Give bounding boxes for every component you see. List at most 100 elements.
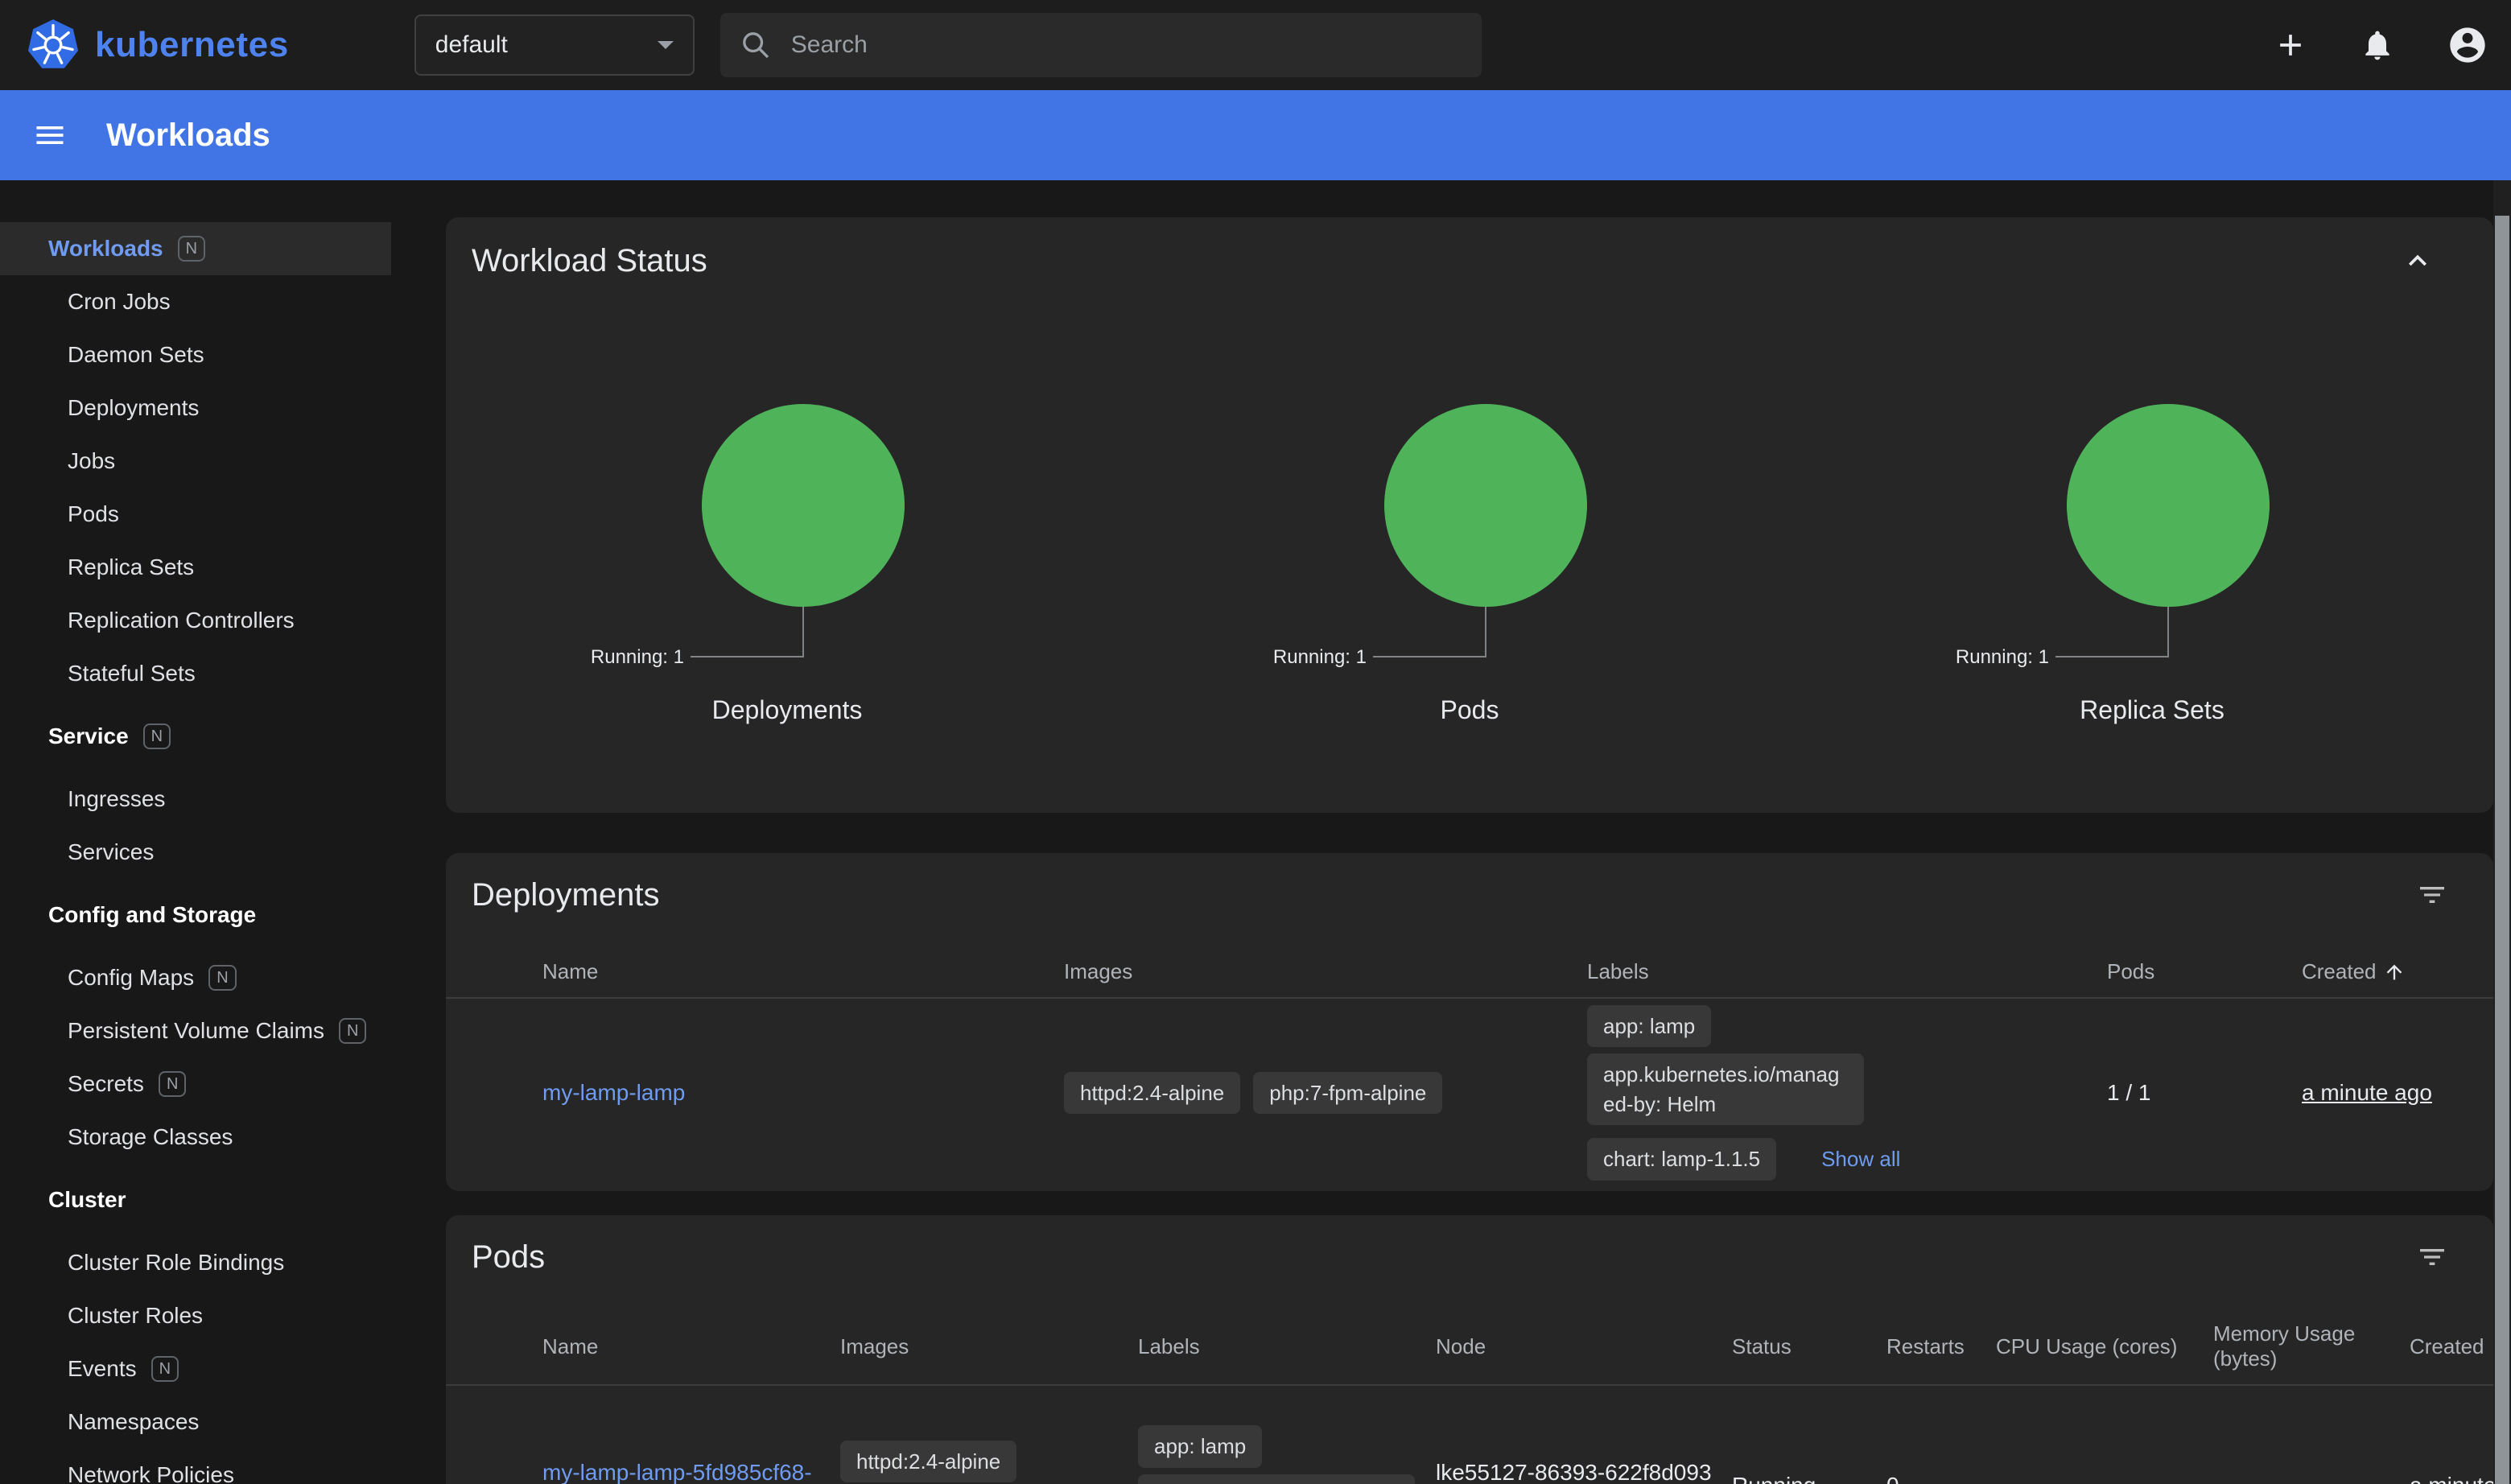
search-bar (720, 13, 1482, 77)
sidebar-item-services[interactable]: Services (0, 826, 391, 879)
collapse-button[interactable] (2397, 240, 2439, 282)
legend-connector-line (1373, 607, 1486, 657)
notifications-button[interactable] (2356, 24, 2398, 66)
column-header-label: Created (2302, 959, 2377, 984)
table-row: my-lamp-lamp-5fd985cf68-jwvz4 httpd:2.4-… (446, 1392, 2493, 1484)
sidebar-item-deployments[interactable]: Deployments (0, 381, 391, 435)
sidebar-item-label: Cluster Roles (68, 1303, 203, 1329)
images-cell: httpd:2.4-alpine php:7-fpm-alpine (840, 1434, 1138, 1484)
column-header-name[interactable]: Name (542, 946, 1064, 997)
pod-link[interactable]: my-lamp-lamp-5fd985cf68-jwvz4 (542, 1460, 812, 1484)
scrollbar-thumb[interactable] (2495, 216, 2509, 1484)
menu-button[interactable] (29, 114, 71, 156)
column-header-images: Images (1064, 946, 1587, 997)
sidebar-section-label: Cluster (48, 1187, 126, 1213)
sidebar-item-pods[interactable]: Pods (0, 488, 391, 541)
sidebar-item-label: Jobs (68, 448, 115, 474)
app-bar: Workloads (0, 90, 2511, 180)
filter-button[interactable] (2413, 876, 2451, 914)
account-button[interactable] (2443, 21, 2492, 69)
label-chip: app: lamp (1587, 1005, 1711, 1047)
sidebar-section-cluster: Cluster (0, 1173, 391, 1226)
pie-slice-running (2067, 404, 2270, 607)
hamburger-icon (32, 117, 68, 153)
sidebar-item-label: Namespaces (68, 1409, 199, 1435)
image-chip: httpd:2.4-alpine (1064, 1072, 1240, 1114)
new-badge: N (178, 236, 205, 262)
legend-label: Running: 1 (1273, 646, 1367, 668)
show-all-link[interactable]: Show all (1821, 1147, 1900, 1172)
sidebar-item-label: Stateful Sets (68, 661, 196, 686)
page-scrollbar (2493, 180, 2511, 1484)
pie-slice-running (1384, 404, 1587, 607)
column-header-node: Node (1436, 1321, 1732, 1372)
memory-cell: - (2213, 1473, 2410, 1484)
sidebar-item-config-maps[interactable]: Config MapsN (0, 951, 391, 1004)
label-chip: pod-template-hash: 5fd985cf68 (1138, 1474, 1415, 1484)
sidebar-item-label: Cluster Role Bindings (68, 1250, 284, 1276)
top-navbar: kubernetes default (0, 0, 2511, 90)
node-cell: lke55127-86393-622f8d09399a (1436, 1460, 1732, 1484)
column-header-created[interactable]: Created (2410, 1321, 2493, 1372)
pods-card: Pods Name Images Labels Node Status Rest… (446, 1215, 2493, 1484)
page-title: Workloads (106, 117, 270, 154)
namespace-select[interactable]: default (414, 14, 695, 76)
sidebar-item-label: Workloads (48, 236, 163, 262)
sidebar-section-service[interactable]: Service N (0, 710, 391, 763)
sidebar-item-namespaces[interactable]: Namespaces (0, 1395, 391, 1449)
sidebar-item-daemon-sets[interactable]: Daemon Sets (0, 328, 391, 381)
name-cell: my-lamp-lamp-5fd985cf68-jwvz4 (542, 1460, 840, 1484)
sidebar-item-storage-classes[interactable]: Storage Classes (0, 1111, 391, 1164)
create-button[interactable] (2270, 24, 2311, 66)
sidebar-section-label: Service (48, 723, 129, 749)
sidebar-item-cluster-roles[interactable]: Cluster Roles (0, 1289, 391, 1342)
search-input[interactable] (791, 31, 1462, 59)
new-badge: N (208, 965, 236, 991)
namespace-value: default (435, 31, 508, 59)
column-header-images: Images (840, 1321, 1138, 1372)
created-cell: a minute ago (2302, 1080, 2493, 1106)
chevron-down-icon (658, 41, 674, 49)
sidebar-item-replica-sets[interactable]: Replica Sets (0, 541, 391, 594)
card-title: Workload Status (472, 243, 707, 279)
column-header-created[interactable]: Created (2302, 946, 2493, 997)
sidebar-item-network-policies[interactable]: Network Policies (0, 1449, 391, 1484)
sidebar-item-label: Services (68, 839, 154, 865)
column-header-status-text: Status (1732, 1321, 1886, 1372)
sidebar-item-events[interactable]: EventsN (0, 1342, 391, 1395)
labels-cell: app: lamp pod-template-hash: 5fd985cf68 (1138, 1419, 1436, 1484)
column-header-name[interactable]: Name (542, 1321, 840, 1372)
sidebar-item-secrets[interactable]: SecretsN (0, 1057, 391, 1111)
column-header-pods: Pods (2107, 946, 2302, 997)
column-header-labels: Labels (1587, 946, 2107, 997)
search-icon (740, 29, 772, 61)
new-badge: N (143, 723, 171, 749)
deployment-link[interactable]: my-lamp-lamp (542, 1080, 685, 1105)
sidebar-item-label: Network Policies (68, 1462, 234, 1484)
new-badge: N (159, 1071, 186, 1097)
chart-title: Deployments (712, 695, 863, 725)
column-header-cpu: CPU Usage (cores) (1996, 1321, 2213, 1372)
sidebar-item-cluster-role-bindings[interactable]: Cluster Role Bindings (0, 1236, 391, 1289)
sidebar-item-replication-controllers[interactable]: Replication Controllers (0, 594, 391, 647)
filter-icon (2416, 1241, 2448, 1273)
legend-label: Running: 1 (1956, 646, 2049, 668)
status-cell (446, 1080, 542, 1106)
sidebar-item-cron-jobs[interactable]: Cron Jobs (0, 275, 391, 328)
chart-title: Replica Sets (2080, 695, 2224, 725)
bell-icon (2360, 27, 2395, 63)
sidebar-item-jobs[interactable]: Jobs (0, 435, 391, 488)
plus-icon (2273, 27, 2308, 63)
status-cell (446, 1473, 542, 1484)
filter-button[interactable] (2413, 1238, 2451, 1276)
sidebar-item-workloads[interactable]: Workloads N (0, 222, 391, 275)
sidebar-item-label: Daemon Sets (68, 342, 204, 368)
column-header-labels: Labels (1138, 1321, 1436, 1372)
sidebar: Workloads N Cron Jobs Daemon Sets Deploym… (0, 180, 418, 1484)
sidebar-item-persistent-volume-claims[interactable]: Persistent Volume ClaimsN (0, 1004, 391, 1057)
deployments-card: Deployments Name Images Labels Pods Crea… (446, 853, 2493, 1191)
sidebar-item-ingresses[interactable]: Ingresses (0, 773, 391, 826)
sidebar-item-stateful-sets[interactable]: Stateful Sets (0, 647, 391, 700)
filter-icon (2416, 879, 2448, 911)
kubernetes-logo[interactable]: kubernetes (26, 18, 289, 72)
